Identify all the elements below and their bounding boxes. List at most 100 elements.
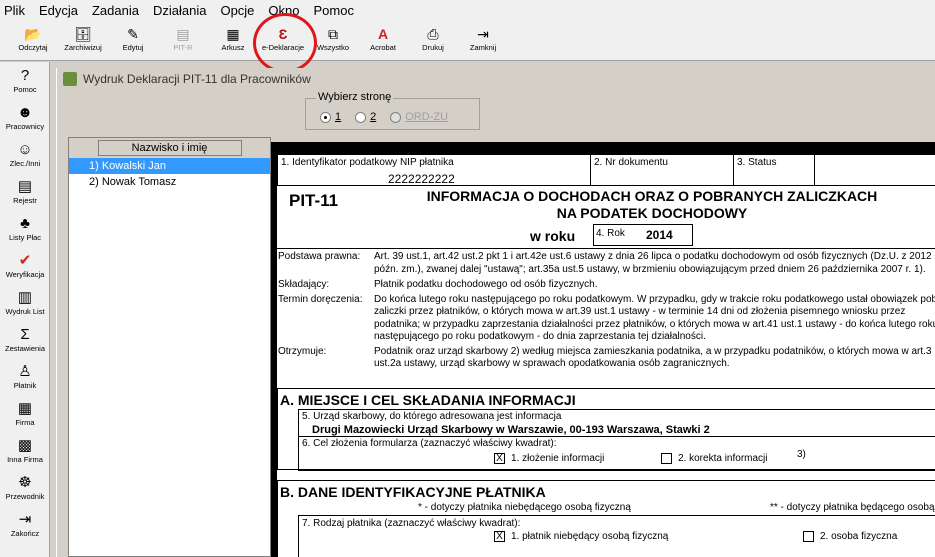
year-box: 4. Rok 2014 bbox=[593, 224, 693, 246]
toolbar-button-pit-r[interactable]: ▤ PIT-R bbox=[158, 21, 208, 61]
toolbar-label: Zarchiwizuj bbox=[64, 43, 102, 52]
help-icon: ? bbox=[20, 67, 30, 84]
payer-type-checkbox-2[interactable] bbox=[803, 531, 814, 542]
sidebar-item-7[interactable]: Σ Zestawienia bbox=[0, 321, 50, 358]
payer-type-label: 7. Rodzaj płatnika (zaznaczyć właściwy k… bbox=[302, 518, 521, 529]
window-title: Wydruk Deklaracji PIT-11 dla Pracowników bbox=[83, 72, 311, 86]
toolbar-button-acrobat[interactable]: A Acrobat bbox=[358, 21, 408, 61]
company-icon: ▦ bbox=[17, 400, 33, 417]
window-icon bbox=[63, 72, 77, 86]
print-list-icon: ▥ bbox=[17, 289, 33, 306]
submitter-label: Składający: bbox=[278, 279, 330, 290]
list-item[interactable]: 1) Kowalski Jan bbox=[69, 158, 270, 174]
recipient-row: Otrzymuje: Podatnik oraz urząd skarbowy … bbox=[278, 346, 934, 371]
menu-item-plik[interactable]: Plik bbox=[4, 3, 25, 18]
tax-office-value: Drugi Mazowiecki Urząd Skarbowy w Warsza… bbox=[312, 424, 710, 436]
sidebar-item-5[interactable]: ✔ Weryfikacja bbox=[0, 247, 50, 284]
menu-item-edycja[interactable]: Edycja bbox=[39, 3, 78, 18]
purpose-label: 6. Cel złożenia formularza (zaznaczyć wł… bbox=[302, 438, 557, 449]
payer-type-option-2-label: 2. osoba fizyczna bbox=[820, 531, 898, 543]
page-radio-0[interactable]: 1 bbox=[320, 111, 341, 123]
menu-item-opcje[interactable]: Opcje bbox=[220, 3, 254, 18]
page-select-title: Wybierz stronę bbox=[316, 91, 394, 103]
sidebar-item-1[interactable]: ☻ Pracownicy bbox=[0, 99, 50, 136]
sidebar-item-label: Zakończ bbox=[10, 529, 40, 538]
toolbar-button-edytuj[interactable]: ✎ Edytuj bbox=[108, 21, 158, 61]
toolbar-label: Odczytaj bbox=[18, 43, 48, 52]
year-value: 2014 bbox=[646, 228, 673, 242]
guide-icon: ☸ bbox=[18, 474, 32, 491]
sidebar-item-label: Zlec./Inni bbox=[9, 159, 41, 168]
nip-value: 2222222222 bbox=[388, 172, 455, 186]
menu-item-pomoc[interactable]: Pomoc bbox=[314, 3, 354, 18]
sidebar-item-0[interactable]: ? Pomoc bbox=[0, 62, 50, 99]
purpose-box: 6. Cel złożenia formularza (zaznaczyć wł… bbox=[298, 436, 935, 471]
sidebar-item-label: Weryfikacja bbox=[5, 270, 45, 279]
form-heading: INFORMACJA O DOCHODACH ORAZ O POBRANYCH … bbox=[412, 188, 892, 222]
menu-item-zadania[interactable]: Zadania bbox=[92, 3, 139, 18]
column-header-name[interactable]: Nazwisko i imię bbox=[97, 140, 242, 156]
purpose-option-2[interactable]: 2. korekta informacji bbox=[661, 453, 767, 464]
sidebar-item-2[interactable]: ☺ Zlec./Inni bbox=[0, 136, 50, 173]
sidebar-item-9[interactable]: ▦ Firma bbox=[0, 395, 50, 432]
purpose-option-1[interactable]: X 1. złożenie informacji bbox=[494, 453, 604, 464]
list-item[interactable]: 2) Nowak Tomasz bbox=[69, 174, 270, 190]
employee-list[interactable]: Nazwisko i imię 1) Kowalski Jan 2) Nowak … bbox=[68, 137, 271, 557]
doc-no-label: 2. Nr dokumentu bbox=[594, 157, 668, 168]
toolbar-button-zarchiwizuj[interactable]: 🗄 Zarchiwizuj bbox=[58, 21, 108, 61]
recipient-text: Podatnik oraz urząd skarbowy 2) według m… bbox=[374, 345, 932, 370]
page-radio-1[interactable]: 2 bbox=[355, 111, 376, 123]
toolbar-label: Wszystko bbox=[316, 43, 350, 52]
form-heading-line2: NA PODATEK DOCHODOWY bbox=[556, 205, 748, 221]
purpose-checkbox-1[interactable]: X bbox=[494, 453, 505, 464]
sidebar-item-label: Pomoc bbox=[13, 85, 37, 94]
payer-type-option-1[interactable]: X 1. płatnik niebędący osobą fizyczną bbox=[494, 531, 668, 542]
other-company-icon: ▩ bbox=[17, 437, 33, 454]
radio-dot[interactable] bbox=[355, 111, 367, 123]
contractors-icon: ☺ bbox=[17, 141, 33, 158]
recipient-label: Otrzymuje: bbox=[278, 345, 327, 357]
toolbar-button-wszystko[interactable]: ⧉ Wszystko bbox=[308, 21, 358, 61]
sidebar-item-label: Wydruk List bbox=[5, 307, 45, 316]
toolbar-button-e-deklaracje[interactable]: Ɛe-Deklaracje bbox=[258, 21, 308, 61]
toolbar-label: e-Deklaracje bbox=[261, 43, 305, 52]
deadline-label: Termin doręczenia: bbox=[278, 293, 363, 305]
tax-office-label: 5. Urząd skarbowy, do którego adresowana… bbox=[302, 411, 562, 422]
purpose-checkbox-2[interactable] bbox=[661, 453, 672, 464]
menu-item-okno[interactable]: Okno bbox=[268, 3, 299, 18]
toolbar-label: Zamknij bbox=[469, 43, 497, 52]
sidebar-item-8[interactable]: ♙ Płatnik bbox=[0, 358, 50, 395]
toolbar-label: Arkusz bbox=[221, 43, 245, 52]
status-label: 3. Status bbox=[737, 157, 777, 168]
menu-item-działania[interactable]: Działania bbox=[153, 3, 206, 18]
sidebar-item-4[interactable]: ♣ Listy Płac bbox=[0, 210, 50, 247]
radio-dot[interactable] bbox=[320, 111, 331, 123]
radio-dot[interactable] bbox=[390, 111, 402, 123]
section-b: B. DANE IDENTYFIKACYJNE PŁATNIKA * - dot… bbox=[277, 480, 935, 557]
pitr-icon: ▤ bbox=[176, 26, 190, 42]
exit-icon: ⇥ bbox=[477, 26, 489, 42]
toolbar-button-odczytaj[interactable]: 📂 Odczytaj bbox=[8, 21, 58, 61]
check-icon: ✔ bbox=[18, 252, 32, 269]
sidebar-item-10[interactable]: ▩ Inna Firma bbox=[0, 432, 50, 469]
sidebar-item-3[interactable]: ▤ Rejestr bbox=[0, 173, 50, 210]
toolbar-button-drukuj[interactable]: ⎙ Drukuj bbox=[408, 21, 458, 61]
page-radio-2[interactable]: ORD-ZU bbox=[390, 111, 448, 123]
toolbar-label: PIT-R bbox=[173, 43, 193, 52]
nip-box: 1. Identyfikator podatkowy NIP płatnika … bbox=[277, 154, 591, 186]
menu-bar: Plik Edycja Zadania Działania Opcje Okno Pomoc bbox=[0, 0, 935, 21]
form-heading-line1: INFORMACJA O DOCHODACH ORAZ O POBRANYCH … bbox=[426, 188, 878, 204]
pit11-document[interactable]: 1. Identyfikator podatkowy NIP płatnika … bbox=[277, 154, 935, 557]
payer-type-option-2[interactable]: 2. osoba fizyczna bbox=[803, 531, 897, 542]
sidebar-item-12[interactable]: ⇥ Zakończ bbox=[0, 506, 50, 543]
sidebar-item-6[interactable]: ▥ Wydruk List bbox=[0, 284, 50, 321]
radio-label: 2 bbox=[370, 111, 377, 123]
sidebar-item-11[interactable]: ☸ Przewodnik bbox=[0, 469, 50, 506]
toolbar-button-arkusz[interactable]: ▦ Arkusz bbox=[208, 21, 258, 61]
legal-basis-label: Podstawa prawna: bbox=[278, 251, 361, 262]
payer-type-checkbox-1[interactable]: X bbox=[494, 531, 505, 542]
nip-label: 1. Identyfikator podatkowy NIP płatnika bbox=[281, 157, 454, 168]
toolbar-button-zamknij[interactable]: ⇥ Zamknij bbox=[458, 21, 508, 61]
left-sidebar: ? Pomoc ☻ Pracownicy ☺ Zlec./Inni ▤ Rejestr ♣ Lis… bbox=[0, 62, 50, 557]
year-label: 4. Rok bbox=[596, 228, 625, 239]
